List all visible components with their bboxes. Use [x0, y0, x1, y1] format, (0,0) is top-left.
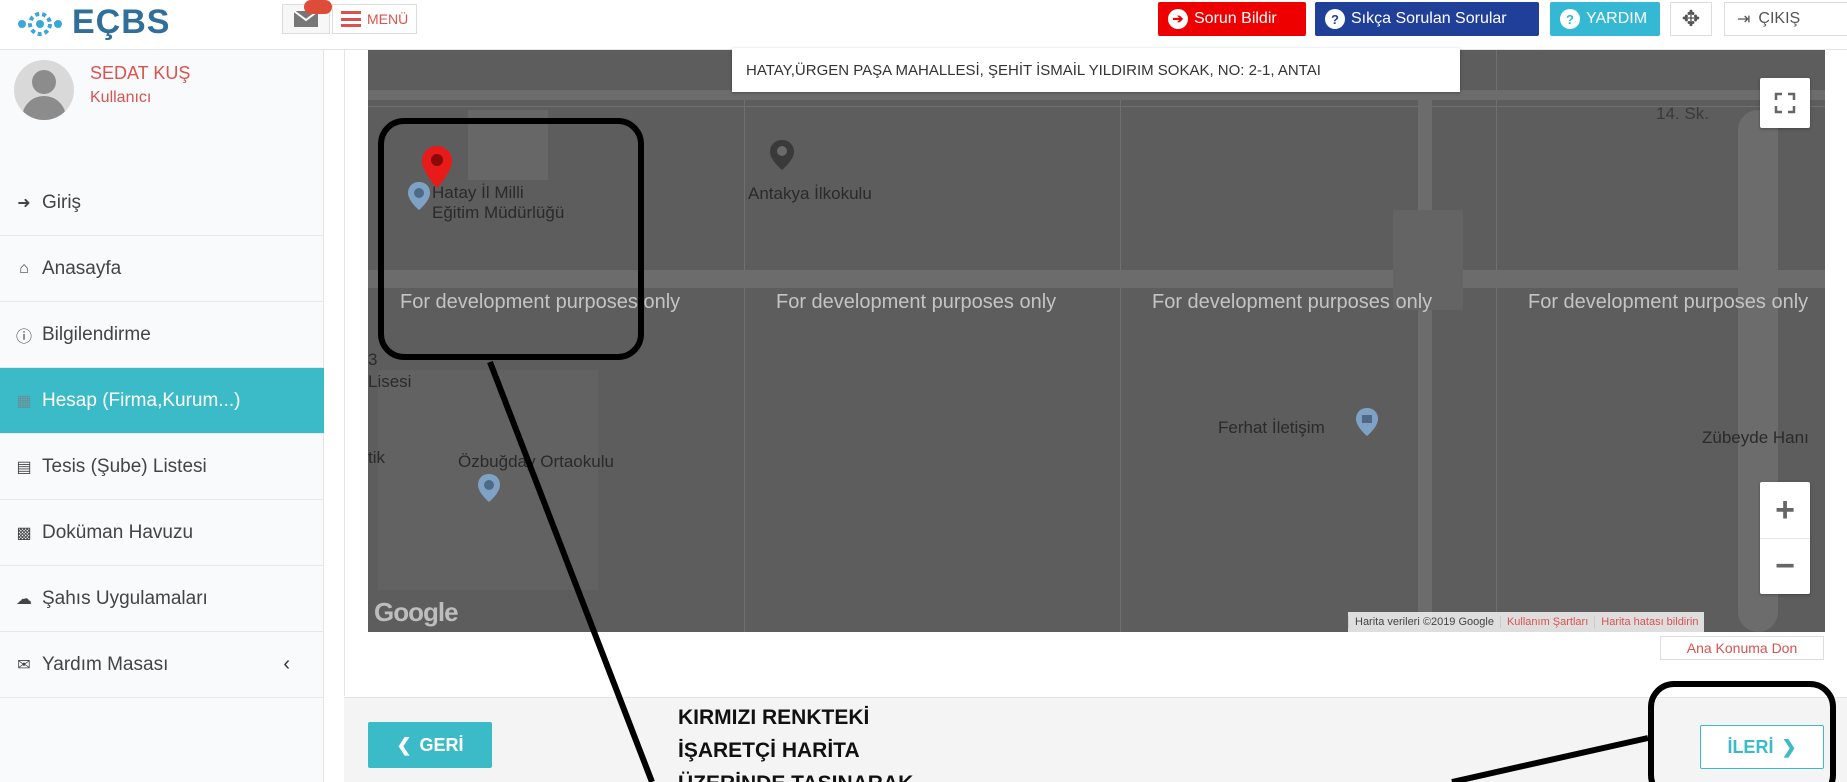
screenshot-root: EÇBS MENÜ ➔ Sorun Bildir ? Sıkça Sorulan…	[0, 0, 1847, 782]
annotation-arrows	[487, 360, 1649, 782]
annotation-line-3: ÜZERİNDE TAŞINARAK	[678, 767, 913, 782]
annotation-line-1: KIRMIZI RENKTEKİ	[678, 706, 870, 729]
annotation-text: KIRMIZI RENKTEKİ İŞARETÇİ HARİTA ÜZERİND…	[678, 701, 913, 782]
arrow-line-next	[1451, 735, 1649, 782]
arrow-line-marker	[487, 360, 655, 782]
annotation-line-2: İŞARETÇİ HARİTA	[678, 739, 860, 762]
